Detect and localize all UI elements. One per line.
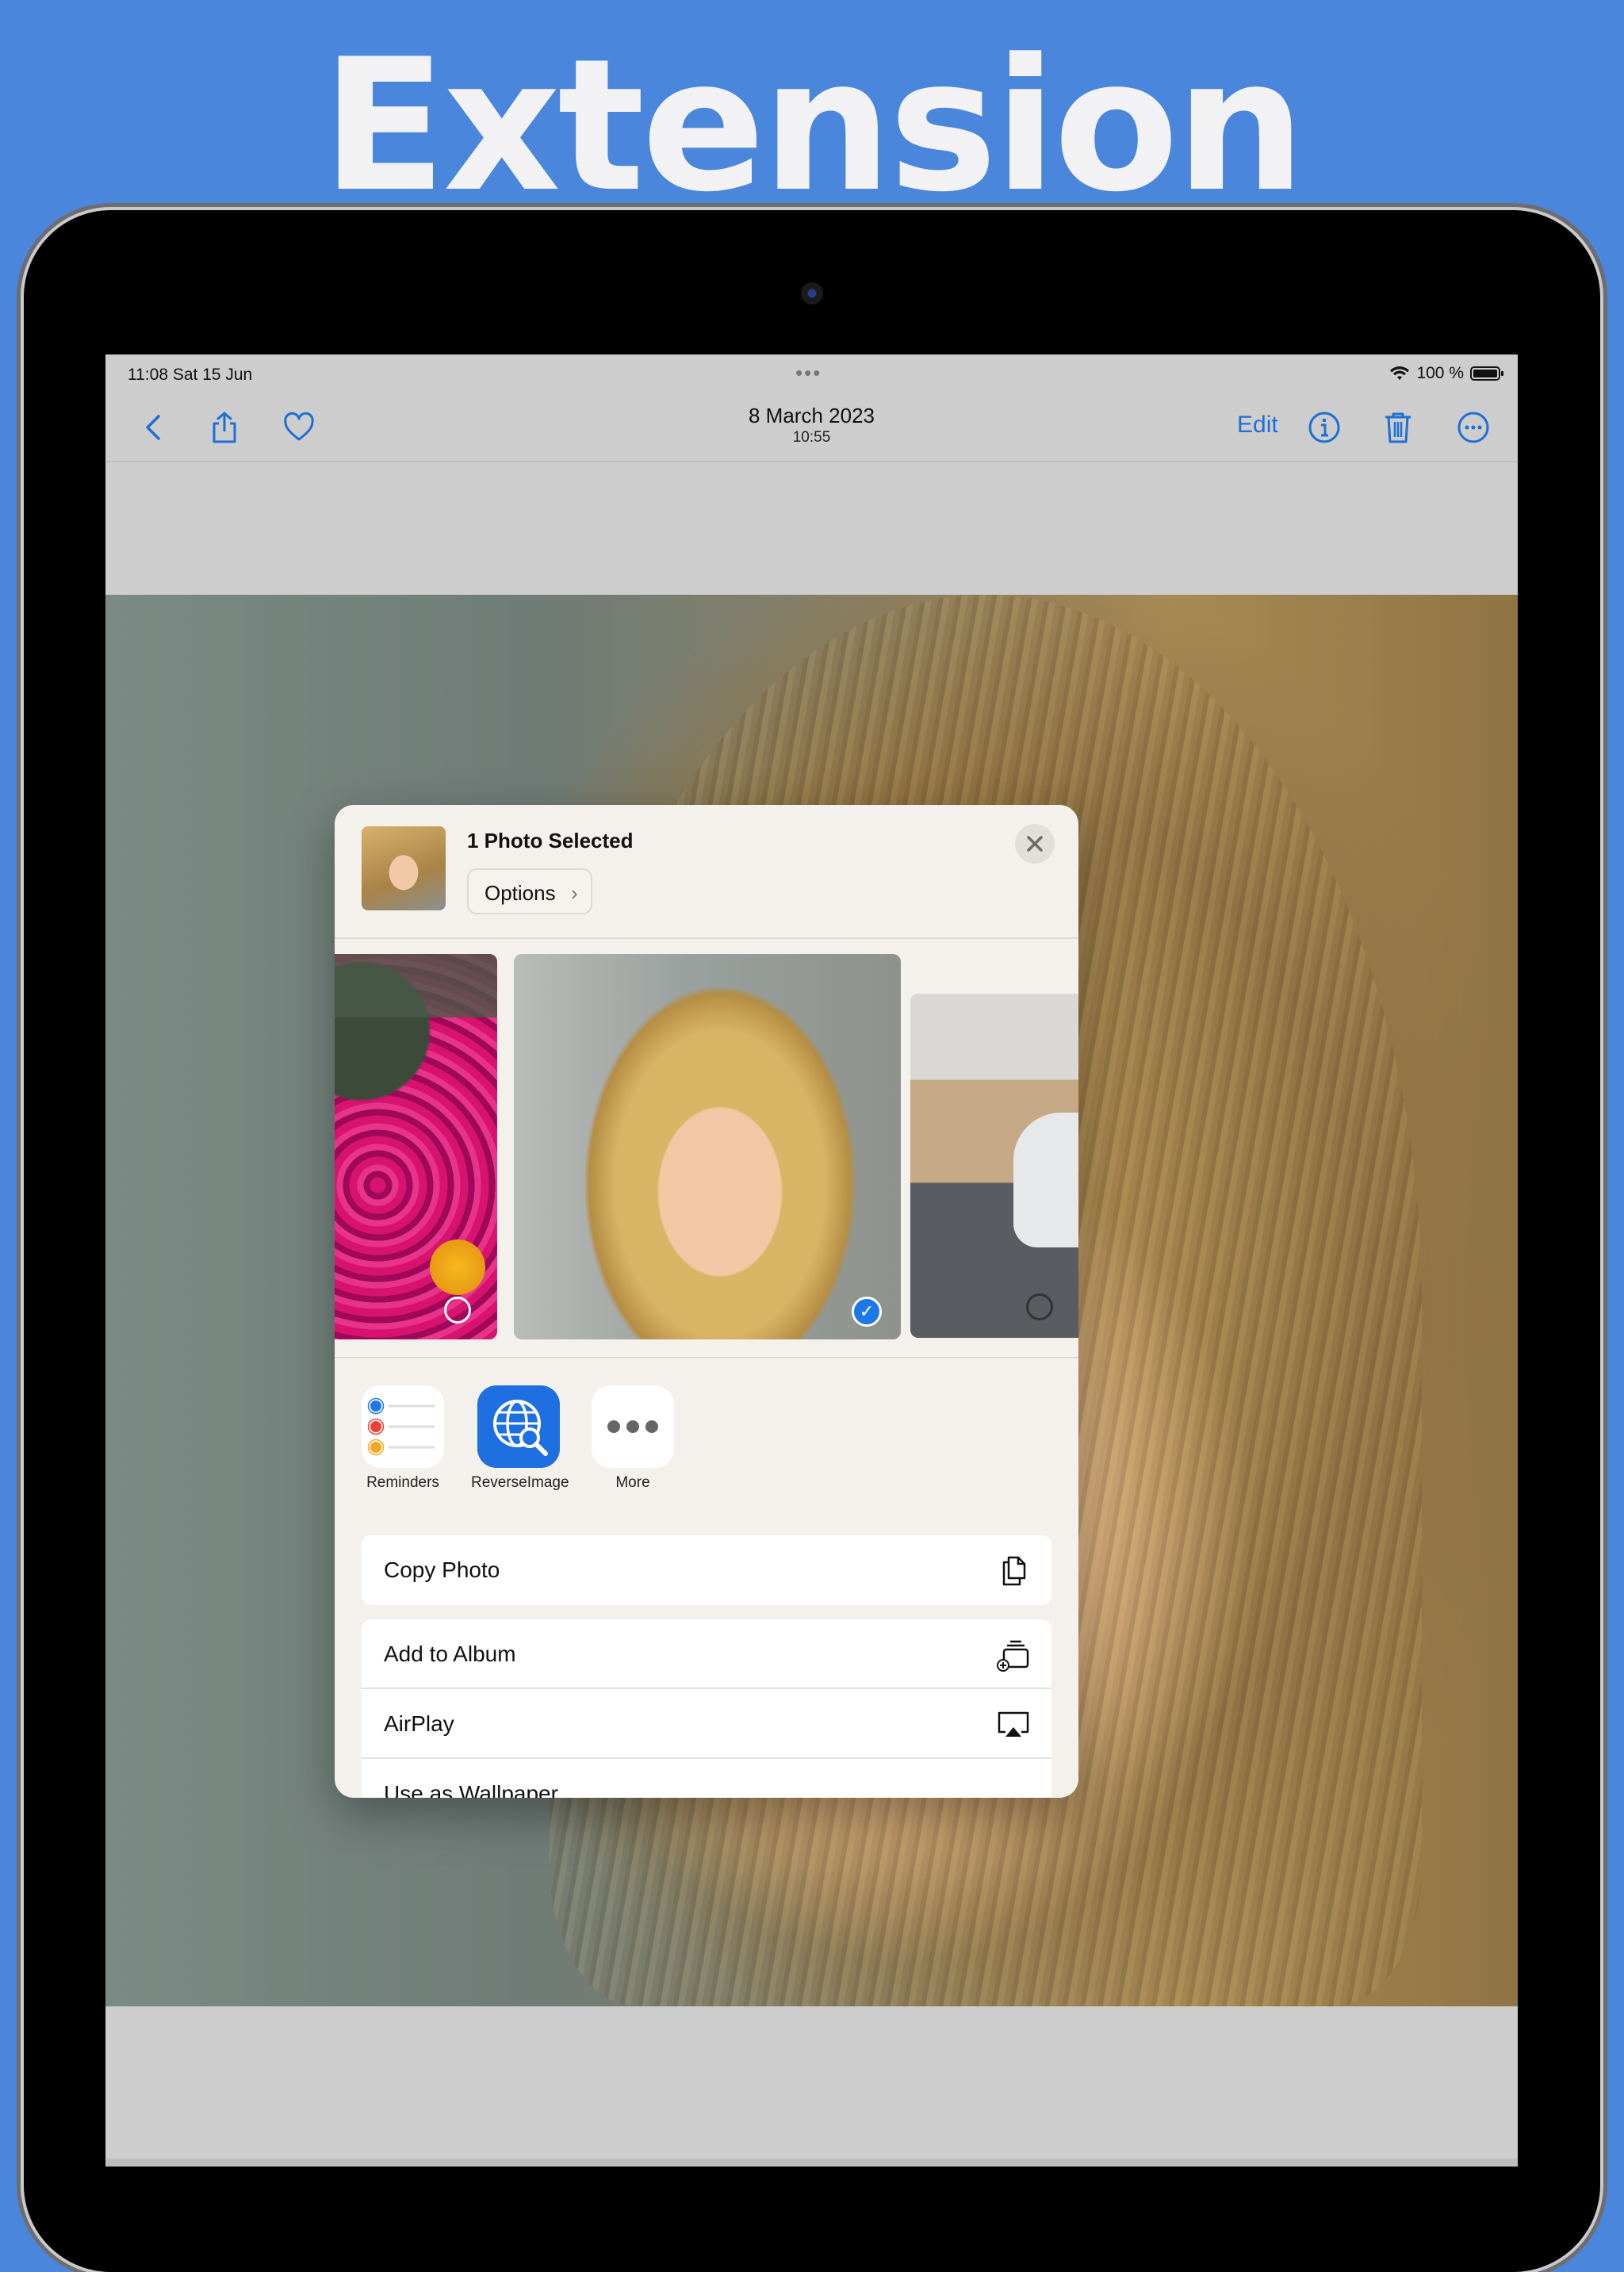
add-album-icon — [997, 1640, 1029, 1672]
close-button[interactable] — [1015, 824, 1055, 864]
thumbnail-strip-edge — [105, 2159, 1518, 2167]
action-label: AirPlay — [384, 1711, 454, 1736]
selected-photo-thumbnail — [362, 826, 446, 910]
battery-icon — [1470, 366, 1503, 381]
carousel-photo-portrait[interactable]: ✓ — [514, 954, 901, 1339]
app-reminders[interactable]: Reminders — [355, 1385, 450, 1492]
wifi-icon — [1390, 366, 1410, 380]
selection-title: 1 Photo Selected — [467, 829, 634, 852]
reminders-icon — [362, 1385, 444, 1468]
front-camera — [801, 282, 823, 305]
copy-icon — [1002, 1556, 1026, 1586]
action-label: Add to Album — [384, 1642, 516, 1666]
photo-time-subtitle: 10:55 — [792, 429, 831, 446]
app-label: More — [615, 1474, 650, 1491]
carousel-photo-flowers[interactable] — [335, 954, 497, 1339]
selection-radio[interactable] — [1026, 1293, 1053, 1320]
airplay-icon — [998, 1711, 1029, 1737]
multitask-dots-icon[interactable]: ••• — [795, 361, 822, 385]
app-more[interactable]: More — [585, 1385, 680, 1492]
app-label: ReverseImage — [471, 1474, 569, 1491]
reverse-image-icon — [477, 1385, 560, 1468]
action-label: Use as Wallpaper — [384, 1781, 558, 1798]
status-right: 100 % — [1389, 364, 1503, 383]
status-bar: 11:08 Sat 15 Jun ••• 100 % — [105, 354, 1518, 394]
chevron-right-icon: › — [570, 881, 578, 905]
app-row: Reminders ReverseImage More — [335, 1385, 1078, 1496]
options-button[interactable]: Options › — [467, 868, 592, 914]
action-copy-photo[interactable]: Copy Photo — [362, 1535, 1051, 1605]
action-add-to-album[interactable]: Add to Album — [362, 1619, 1051, 1689]
share-sheet: 1 Photo Selected Options › ✓ Reminders R… — [335, 805, 1078, 1798]
close-icon — [1027, 836, 1043, 852]
photo-date-title: 8 March 2023 — [749, 404, 875, 427]
action-list: Copy Photo Add to Album AirPlay Use as W… — [362, 1535, 1051, 1798]
photo-carousel[interactable]: ✓ — [335, 954, 1078, 1343]
app-label: Reminders — [366, 1474, 439, 1491]
share-sheet-header: 1 Photo Selected Options › — [335, 805, 1078, 939]
options-label: Options — [485, 881, 556, 905]
more-dots-icon — [592, 1385, 674, 1468]
action-use-as-wallpaper[interactable]: Use as Wallpaper — [362, 1759, 1051, 1798]
divider — [335, 1357, 1078, 1358]
selection-radio[interactable] — [444, 1297, 471, 1324]
app-reverseimage[interactable]: ReverseImage — [471, 1385, 569, 1492]
action-group: Add to Album AirPlay Use as Wallpaper — [362, 1619, 1051, 1798]
carousel-photo-car[interactable] — [910, 994, 1078, 1338]
status-time: 11:08 Sat 15 Jun — [128, 366, 253, 384]
action-airplay[interactable]: AirPlay — [362, 1689, 1051, 1759]
selected-check-icon[interactable]: ✓ — [852, 1297, 882, 1327]
battery-percent: 100 % — [1416, 364, 1464, 382]
action-label: Copy Photo — [384, 1557, 500, 1582]
